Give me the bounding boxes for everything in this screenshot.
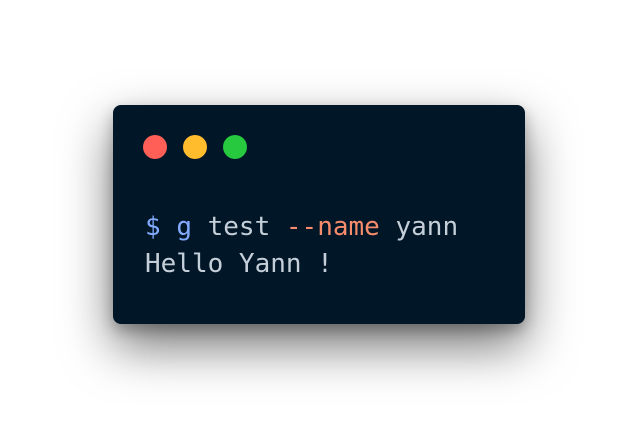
minimize-button[interactable] [183,135,207,159]
command-flag: --name [285,212,380,242]
command-argument: test [207,212,271,242]
zoom-button[interactable] [223,135,247,159]
command-line: $ g test --name yann [145,209,458,246]
command-program: g [176,212,192,242]
command-output: Hello Yann ! [145,249,333,279]
prompt-symbol: $ [145,212,161,242]
command-flag-value: yann [395,212,459,242]
close-button[interactable] [143,135,167,159]
screenshot-stage: $ g test --name yann Hello Yann ! [0,0,638,430]
terminal-window: $ g test --name yann Hello Yann ! [113,105,525,324]
terminal-content: $ g test --name yann Hello Yann ! [145,209,458,283]
window-controls [143,135,247,159]
